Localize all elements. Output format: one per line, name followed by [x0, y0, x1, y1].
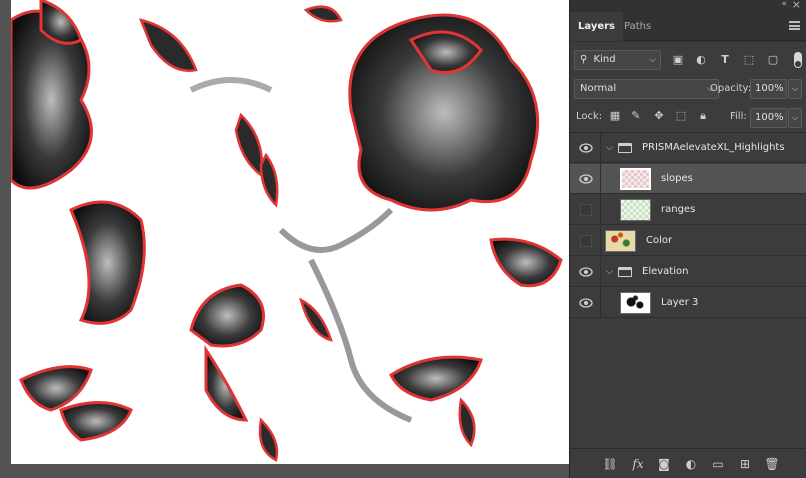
filter-row: ⚲ Kind ⌵ ▣ ◐ T ⬚ ▢ — [570, 50, 806, 72]
blend-row: Normal ⌵ Opacity: 100% ⌵ — [570, 79, 806, 101]
fx-icon[interactable]: fx — [630, 457, 646, 471]
search-icon: ⚲ — [580, 54, 588, 65]
filter-kind-select[interactable]: ⚲ Kind ⌵ — [574, 50, 661, 70]
document-canvas[interactable] — [11, 0, 569, 464]
lock-row: Lock: ▦ ✎ ✥ ⬚ 🔒︎ Fill: 100% ⌵ — [570, 106, 806, 130]
layer-name: ranges — [661, 204, 696, 215]
visibility-column-divider — [600, 288, 601, 317]
lock-label: Lock: — [576, 111, 603, 122]
delete-layer-icon[interactable]: 🗑︎ — [764, 457, 780, 471]
layer-row-layer-3[interactable]: Layer 3 — [570, 288, 806, 318]
opacity-label: Opacity: — [710, 83, 752, 94]
panel-tab-bar: Layers Paths — [570, 12, 806, 41]
canvas-area — [0, 0, 569, 478]
smart-object-filter-icon[interactable]: ▢ — [766, 53, 780, 67]
visibility-column-divider — [600, 195, 601, 224]
panel-header-strip: « × — [570, 0, 806, 12]
layer-thumbnail — [620, 199, 651, 221]
chevron-down-icon: ⌵ — [649, 55, 656, 65]
close-panel-icon[interactable]: × — [792, 0, 801, 11]
visibility-column-divider — [600, 226, 601, 255]
layer-row-elevation-group[interactable]: ⌵ Elevation — [570, 257, 806, 287]
lock-image-icon[interactable]: ✎ — [629, 109, 643, 123]
add-mask-icon[interactable]: ◙ — [656, 457, 672, 471]
blend-mode-select[interactable]: Normal ⌵ — [574, 79, 719, 99]
opacity-input[interactable]: 100% — [750, 79, 787, 99]
visibility-eye-icon[interactable] — [579, 266, 593, 278]
layer-row-color[interactable]: Color — [570, 226, 806, 256]
opacity-dropdown-icon[interactable]: ⌵ — [788, 79, 802, 99]
visibility-eye-icon[interactable] — [579, 142, 593, 154]
collapse-panel-icon[interactable]: « — [781, 0, 786, 9]
chevron-down-icon[interactable]: ⌵ — [606, 267, 613, 277]
layers-list: ⌵ PRISMAelevateXL_Highlights slopes rang… — [570, 132, 806, 318]
layer-name: PRISMAelevateXL_Highlights — [642, 142, 785, 153]
layers-panel: « × Layers Paths ⚲ Kind ⌵ ▣ ◐ T ⬚ ▢ Norm… — [569, 0, 806, 478]
layer-name: slopes — [661, 173, 693, 184]
visibility-column-divider — [600, 133, 601, 162]
filter-kind-label: Kind — [593, 54, 616, 65]
lock-transparent-icon[interactable]: ▦ — [608, 109, 622, 123]
adjustment-layer-icon[interactable]: ◐ — [683, 457, 699, 471]
tab-paths[interactable]: Paths — [616, 12, 659, 41]
lock-artboard-icon[interactable]: ⬚ — [674, 109, 688, 123]
layers-bottom-toolbar: ⛓︎ fx ◙ ◐ ▭ ⊞ 🗑︎ — [570, 448, 806, 478]
visibility-off-box[interactable] — [580, 204, 592, 216]
layer-name: Layer 3 — [661, 297, 699, 308]
fill-dropdown-icon[interactable]: ⌵ — [788, 108, 802, 128]
fill-label: Fill: — [730, 111, 747, 122]
layer-thumbnail — [605, 230, 636, 252]
fill-input[interactable]: 100% — [750, 108, 787, 128]
adjustment-filter-icon[interactable]: ◐ — [694, 53, 708, 67]
visibility-off-box[interactable] — [580, 235, 592, 247]
new-layer-icon[interactable]: ⊞ — [737, 457, 753, 471]
layer-row-ranges[interactable]: ranges — [570, 195, 806, 225]
layer-thumbnail — [620, 168, 651, 190]
layers-panel-body: ⚲ Kind ⌵ ▣ ◐ T ⬚ ▢ Normal ⌵ Opacity: 100… — [570, 42, 806, 478]
link-layers-icon[interactable]: ⛓︎ — [602, 457, 618, 471]
visibility-column-divider — [600, 257, 601, 286]
shape-filter-icon[interactable]: ⬚ — [742, 53, 756, 67]
folder-icon — [618, 143, 632, 153]
chevron-down-icon[interactable]: ⌵ — [606, 143, 613, 153]
visibility-eye-icon[interactable] — [579, 173, 593, 185]
layer-name: Color — [646, 235, 673, 246]
lock-all-icon[interactable]: 🔒︎ — [696, 109, 710, 123]
filter-toggle[interactable] — [794, 52, 802, 68]
layer-name: Elevation — [642, 266, 689, 277]
visibility-eye-icon[interactable] — [579, 297, 593, 309]
new-group-icon[interactable]: ▭ — [710, 457, 726, 471]
panel-menu-icon[interactable] — [789, 21, 800, 30]
image-filter-icon[interactable]: ▣ — [671, 53, 685, 67]
layer-row-prisma-group[interactable]: ⌵ PRISMAelevateXL_Highlights — [570, 133, 806, 163]
lock-position-icon[interactable]: ✥ — [652, 109, 666, 123]
layer-row-slopes[interactable]: slopes — [570, 164, 806, 194]
layer-thumbnail — [620, 292, 651, 314]
type-filter-icon[interactable]: T — [718, 53, 732, 67]
floral-artwork — [11, 0, 563, 462]
folder-icon — [618, 267, 632, 277]
blend-mode-value: Normal — [580, 83, 617, 94]
visibility-column-divider — [600, 164, 601, 193]
